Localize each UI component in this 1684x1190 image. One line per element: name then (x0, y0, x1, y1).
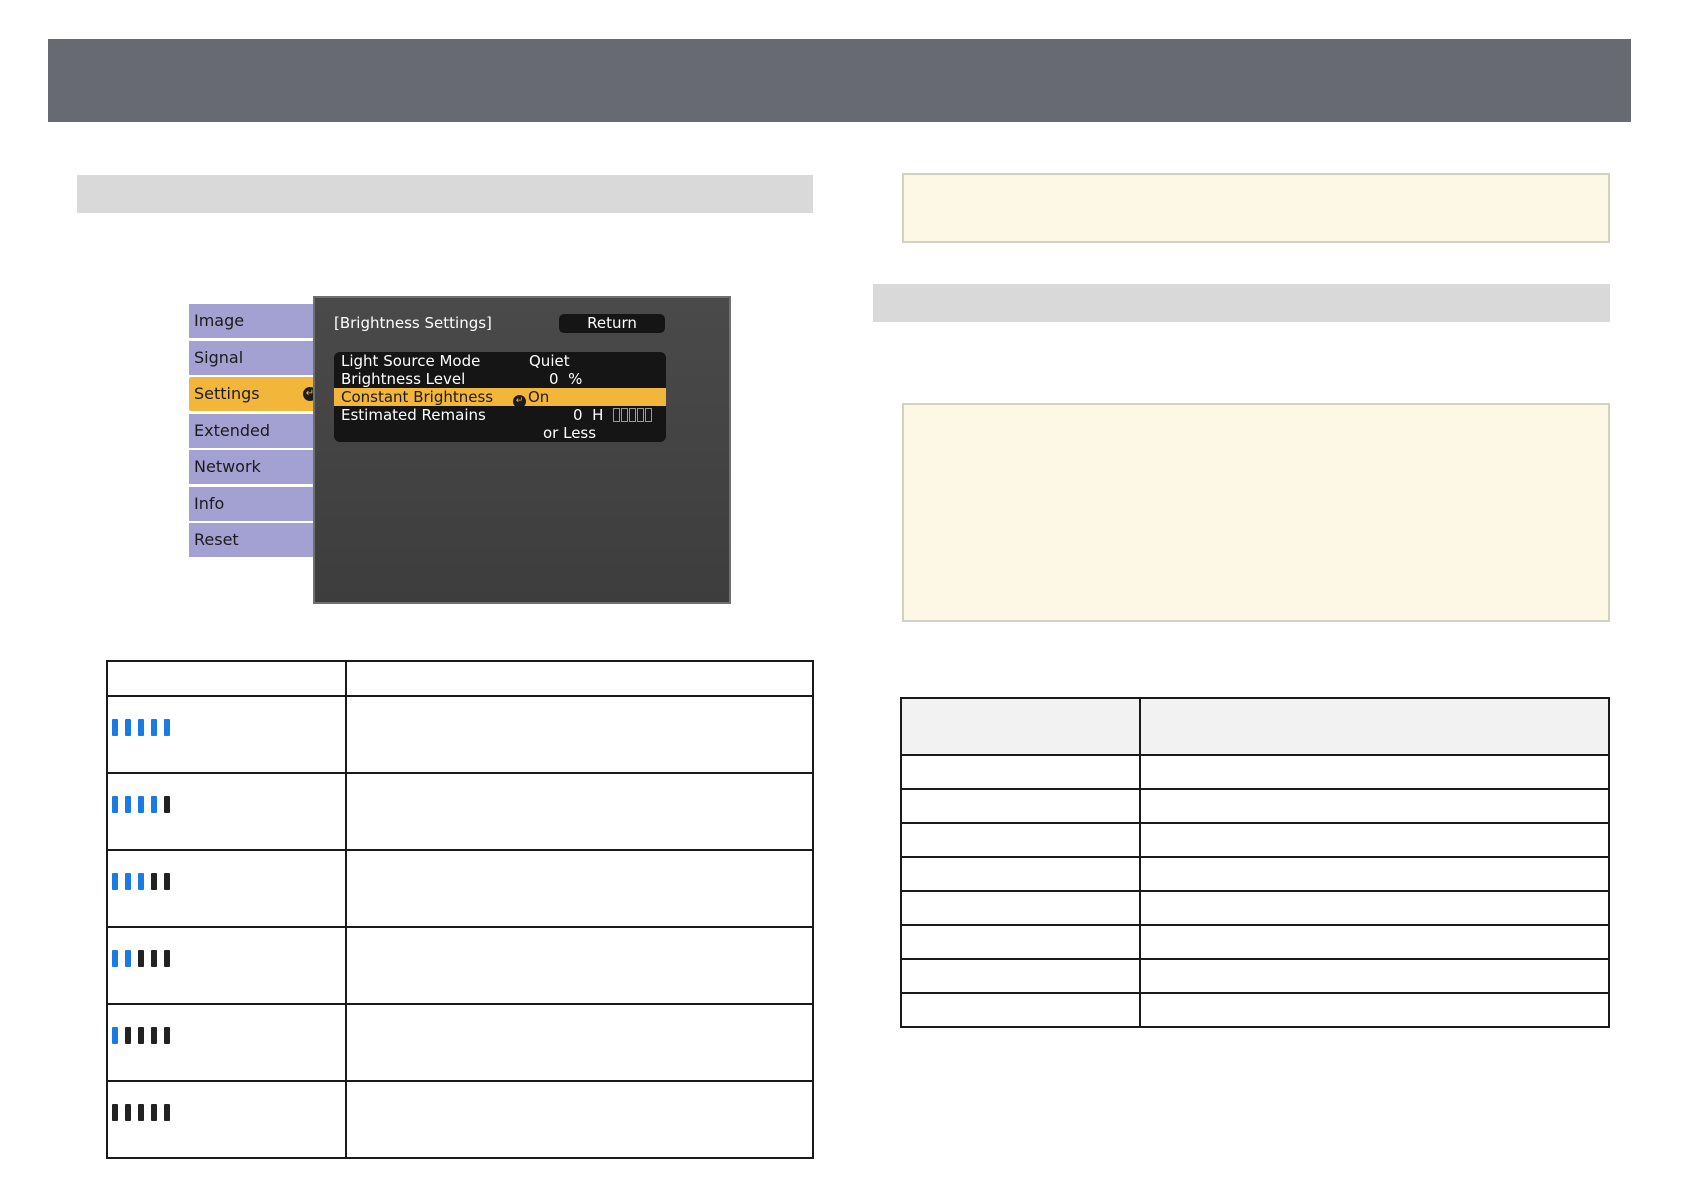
indicator-bar-unlit (164, 796, 170, 813)
indicator-bar-lit (125, 873, 131, 890)
indicator-bar-lit (112, 796, 118, 813)
description-cell (345, 772, 814, 851)
osd-brightness-settings-panel: [Brightness Settings] Return Light Sourc… (313, 296, 731, 604)
indicator-bars-icon (112, 719, 177, 740)
indicator-bars-icon (112, 1104, 177, 1125)
indicator-bar-lit (125, 719, 131, 736)
page-header-bar (48, 39, 1631, 122)
osd-tab-settings[interactable]: Settings ↵ (189, 377, 324, 411)
indicator-bar-unlit (151, 873, 157, 890)
table-header-cell (1139, 697, 1610, 756)
table-row (106, 926, 814, 1005)
section-heading-bar-right (873, 284, 1610, 322)
table-row (900, 856, 1610, 892)
indicator-cell (106, 849, 347, 928)
table-row (900, 788, 1610, 824)
indicator-bar-unlit (164, 1104, 170, 1121)
osd-tab-extended[interactable]: Extended (189, 414, 313, 448)
description-cell (345, 1080, 814, 1159)
indicator-cell (106, 926, 347, 1005)
indicator-bar-unlit (138, 950, 144, 967)
indicator-bar-lit (151, 796, 157, 813)
table-header-cell (106, 660, 347, 697)
indicator-bar-lit (112, 873, 118, 890)
description-cell (345, 1003, 814, 1082)
indicator-bar-unlit (151, 1104, 157, 1121)
indicator-bar-lit (112, 719, 118, 736)
osd-tab-image[interactable]: Image (189, 304, 313, 338)
table-row (900, 890, 1610, 926)
indicator-bar-unlit (151, 950, 157, 967)
settings-table (900, 697, 1610, 1028)
indicator-bars-icon (112, 796, 177, 817)
indicator-bar-lit (138, 719, 144, 736)
note-box-large (902, 403, 1610, 622)
indicator-level-table (106, 660, 814, 1159)
indicator-bar-lit (125, 950, 131, 967)
indicator-bar-lit (164, 719, 170, 736)
indicator-bar-unlit (151, 1027, 157, 1044)
section-heading-bar-left (77, 175, 813, 213)
osd-tab-reset[interactable]: Reset (189, 523, 313, 557)
indicator-bar-unlit (112, 1104, 118, 1121)
table-header-row (106, 660, 814, 697)
table-header-cell (900, 697, 1141, 756)
indicator-bar-unlit (125, 1104, 131, 1121)
table-header-cell (345, 660, 814, 697)
table-row (900, 822, 1610, 858)
osd-row-constant-brightness[interactable]: Constant Brightness ↵ On (334, 388, 666, 408)
table-row (106, 772, 814, 851)
indicator-bar-lit (151, 719, 157, 736)
indicator-cell (106, 1080, 347, 1159)
indicator-bar-lit (112, 1027, 118, 1044)
indicator-bar-unlit (138, 1027, 144, 1044)
indicator-bar-unlit (164, 1027, 170, 1044)
table-row (106, 1003, 814, 1082)
osd-row-estimated-remains[interactable]: Estimated Remains 0 H or Less (334, 406, 666, 442)
table-row (900, 958, 1610, 994)
indicator-bar-lit (138, 796, 144, 813)
osd-return-button[interactable]: Return (559, 314, 665, 333)
osd-tab-network[interactable]: Network (189, 450, 313, 484)
table-row (106, 695, 814, 774)
indicator-bars-icon (112, 950, 177, 971)
indicator-cell (106, 695, 347, 774)
indicator-bar-unlit (138, 1104, 144, 1121)
indicator-cell (106, 1003, 347, 1082)
note-box-top (902, 173, 1610, 243)
indicator-bar-lit (125, 796, 131, 813)
indicator-bars-icon (112, 873, 177, 894)
description-cell (345, 926, 814, 1005)
description-cell (345, 849, 814, 928)
osd-tab-info[interactable]: Info (189, 487, 313, 521)
osd-panel-title: [Brightness Settings] (334, 314, 492, 332)
table-row (106, 1080, 814, 1159)
description-cell (345, 695, 814, 774)
indicator-cell (106, 772, 347, 851)
table-row (106, 849, 814, 928)
osd-row-brightness-level[interactable]: Brightness Level 0 % (334, 370, 666, 388)
table-row (900, 992, 1610, 1028)
indicator-bar-unlit (164, 873, 170, 890)
osd-row-light-source-mode[interactable]: Light Source Mode Quiet (334, 352, 666, 370)
indicator-bars-icon (112, 1027, 177, 1048)
indicator-bar-unlit (125, 1027, 131, 1044)
table-row (900, 924, 1610, 960)
remaining-meter-icon (613, 408, 653, 426)
indicator-bar-lit (112, 950, 118, 967)
indicator-bar-unlit (164, 950, 170, 967)
osd-tab-signal[interactable]: Signal (189, 341, 313, 375)
table-row (900, 754, 1610, 790)
indicator-bar-lit (138, 873, 144, 890)
table-header-row (900, 697, 1610, 756)
